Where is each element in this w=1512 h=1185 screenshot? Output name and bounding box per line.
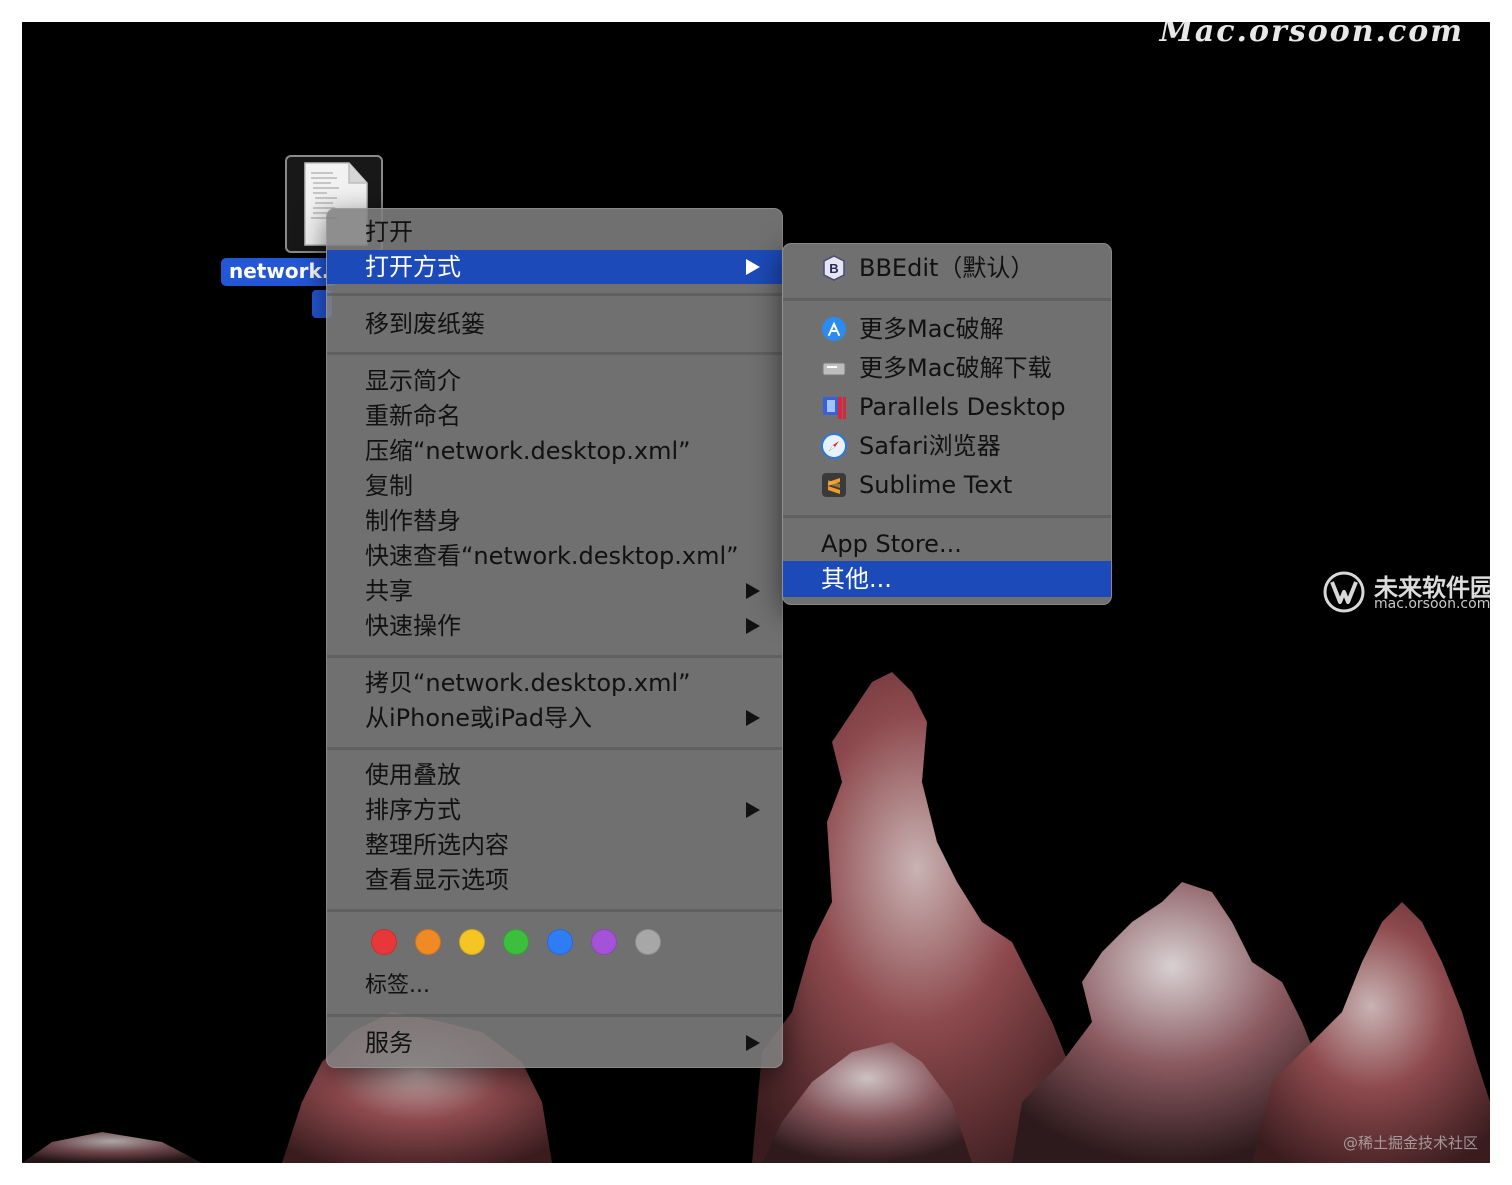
bbedit-icon: B xyxy=(823,255,845,281)
menu-item-open-with[interactable]: 打开方式 xyxy=(327,250,782,284)
submenu-item-more-mac-cracks[interactable]: 更多Mac破解 xyxy=(783,311,1111,347)
menu-item-duplicate[interactable]: 复制 xyxy=(327,469,782,503)
menu-item-label: 移到废纸篓 xyxy=(365,310,485,338)
tag-color-dot[interactable] xyxy=(635,929,661,955)
menu-item-compress[interactable]: 压缩“network.desktop.xml” xyxy=(327,434,782,468)
tag-color-dot[interactable] xyxy=(371,929,397,955)
menu-item-use-stacks[interactable]: 使用叠放 xyxy=(327,758,782,792)
menu-item-label: 拷贝“network.desktop.xml” xyxy=(365,669,691,697)
submenu-item-other[interactable]: 其他... xyxy=(783,561,1111,597)
submenu-item-label: Parallels Desktop xyxy=(859,393,1066,421)
submenu-item-label: Safari浏览器 xyxy=(859,432,1001,460)
menu-item-label: 打开 xyxy=(365,218,413,246)
submenu-item-label: Sublime Text xyxy=(859,471,1013,499)
menu-item-label: 显示简介 xyxy=(365,367,461,395)
submenu-arrow-icon xyxy=(746,583,760,599)
submenu-item-more-mac-cracks-download[interactable]: 更多Mac破解下载 xyxy=(783,350,1111,386)
menu-item-copy[interactable]: 拷贝“network.desktop.xml” xyxy=(327,666,782,700)
tag-color-dot[interactable] xyxy=(591,929,617,955)
submenu-item-label: 更多Mac破解 xyxy=(859,315,1004,343)
menu-separator xyxy=(783,515,1111,518)
menu-separator xyxy=(783,298,1111,301)
menu-item-label: 从iPhone或iPad导入 xyxy=(365,704,593,732)
menu-item-move-to-trash[interactable]: 移到废纸篓 xyxy=(327,307,782,341)
menu-item-label: 快速操作 xyxy=(365,612,461,640)
menu-item-open[interactable]: 打开 xyxy=(327,215,782,249)
submenu-arrow-icon xyxy=(746,802,760,818)
menu-item-label: 共享 xyxy=(365,577,413,605)
menu-item-label: 打开方式 xyxy=(365,253,461,281)
submenu-arrow-icon xyxy=(746,1035,760,1051)
menu-item-get-info[interactable]: 显示简介 xyxy=(327,364,782,398)
brand-logo-icon xyxy=(1323,571,1365,613)
menu-separator xyxy=(327,909,782,912)
desktop-background: Mac.orsoon.com 未来软件园 mac.orsoon.com @稀土掘… xyxy=(22,22,1490,1163)
submenu-item-label: 其他... xyxy=(821,565,892,593)
menu-item-label: 重新命名 xyxy=(365,402,461,430)
submenu-item-label: BBEdit（默认） xyxy=(859,254,1035,282)
watermark-text: Mac.orsoon.com xyxy=(1159,22,1464,49)
submenu-item-safari[interactable]: Safari浏览器 xyxy=(783,428,1111,464)
menu-item-tags[interactable]: 标签... xyxy=(327,969,782,1003)
menu-item-label: 快速查看“network.desktop.xml” xyxy=(365,542,739,570)
menu-separator xyxy=(327,352,782,355)
menu-item-clean-up-selection[interactable]: 整理所选内容 xyxy=(327,828,782,862)
open-with-submenu: B BBEdit（默认） 更多Mac破解 更多Mac破解下载 Parallels… xyxy=(782,243,1112,605)
menu-item-view-options[interactable]: 查看显示选项 xyxy=(327,863,782,897)
submenu-item-app-store[interactable]: App Store... xyxy=(783,526,1111,562)
menu-item-import-from-iphone[interactable]: 从iPhone或iPad导入 xyxy=(327,701,782,735)
menu-item-label: 查看显示选项 xyxy=(365,866,509,894)
menu-item-label: 服务 xyxy=(365,1029,413,1057)
brand-site: mac.orsoon.com xyxy=(1374,596,1490,612)
app-store-icon xyxy=(822,317,846,341)
menu-item-rename[interactable]: 重新命名 xyxy=(327,399,782,433)
menu-separator xyxy=(327,1014,782,1017)
tag-color-dot[interactable] xyxy=(503,929,529,955)
menu-item-label: 排序方式 xyxy=(365,796,461,824)
menu-item-label: 使用叠放 xyxy=(365,761,461,789)
sublime-icon xyxy=(822,473,846,497)
menu-item-share[interactable]: 共享 xyxy=(327,574,782,608)
credit-text: @稀土掘金技术社区 xyxy=(1342,1134,1478,1152)
menu-item-label: 压缩“network.desktop.xml” xyxy=(365,437,691,465)
menu-item-label: 复制 xyxy=(365,472,413,500)
submenu-item-sublime[interactable]: Sublime Text xyxy=(783,467,1111,503)
menu-item-label: 标签... xyxy=(365,973,430,998)
svg-text:B: B xyxy=(829,261,838,276)
submenu-arrow-icon xyxy=(746,710,760,726)
menu-separator xyxy=(327,655,782,658)
menu-item-quick-actions[interactable]: 快速操作 xyxy=(327,609,782,643)
tag-color-dot[interactable] xyxy=(547,929,573,955)
tag-color-dot[interactable] xyxy=(415,929,441,955)
submenu-item-bbedit[interactable]: B BBEdit（默认） xyxy=(783,250,1111,286)
context-menu: 打开 打开方式 移到废纸篓 显示简介 重新命名 压缩“network.deskt… xyxy=(326,208,783,1068)
menu-item-label: 制作替身 xyxy=(365,507,461,535)
safari-icon xyxy=(821,433,847,459)
submenu-item-label: 更多Mac破解下载 xyxy=(859,354,1052,382)
menu-separator xyxy=(327,747,782,750)
submenu-arrow-icon xyxy=(746,259,760,275)
menu-item-make-alias[interactable]: 制作替身 xyxy=(327,504,782,538)
file-name-label[interactable]: network. xyxy=(221,258,338,286)
submenu-item-parallels[interactable]: Parallels Desktop xyxy=(783,389,1111,425)
menu-item-label: 整理所选内容 xyxy=(365,831,509,859)
generic-app-icon xyxy=(822,362,846,376)
submenu-item-label: App Store... xyxy=(821,530,962,558)
menu-item-quick-look[interactable]: 快速查看“network.desktop.xml” xyxy=(327,539,782,573)
parallels-icon xyxy=(823,397,846,419)
brand-watermark: 未来软件园 mac.orsoon.com xyxy=(1322,568,1490,618)
menu-separator xyxy=(327,293,782,296)
menu-item-services[interactable]: 服务 xyxy=(327,1026,782,1060)
menu-item-sort-by[interactable]: 排序方式 xyxy=(327,793,782,827)
tag-color-dot[interactable] xyxy=(459,929,485,955)
submenu-arrow-icon xyxy=(746,618,760,634)
